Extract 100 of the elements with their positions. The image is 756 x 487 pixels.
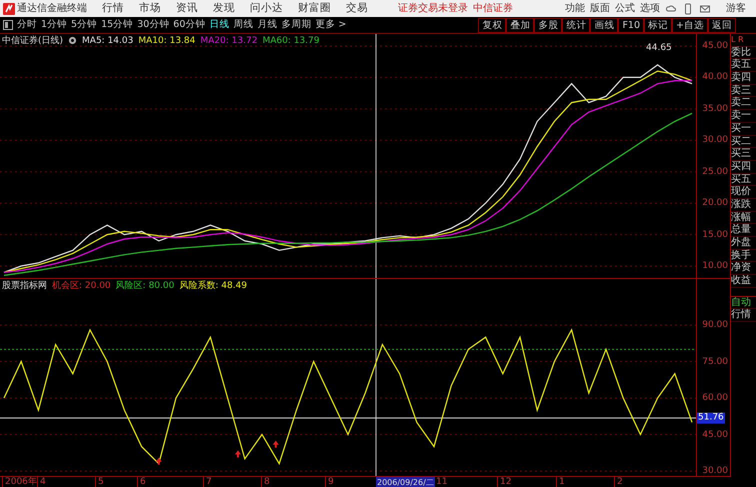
quote-field-label: 买一 [731, 122, 756, 136]
quote-field-label: 现价 [731, 186, 756, 199]
toolbar-button[interactable]: 统计 [562, 18, 590, 32]
quote-field-label: 买五 [731, 174, 756, 186]
axis-label: 60.00 [702, 393, 728, 403]
toolbar-button[interactable]: +自选 [672, 18, 708, 32]
axis-label: 5 [95, 477, 104, 487]
axis-label: 15.00 [702, 230, 728, 240]
login-status: 证券交易未登录 [398, 2, 468, 16]
axis-label: 30.00 [702, 135, 728, 146]
broker-link[interactable]: 中信证券 [473, 1, 513, 16]
quote-field-label: 卖四 [731, 72, 756, 85]
axis-label: 45.00 [702, 41, 728, 51]
period-tab[interactable]: 周线 [231, 17, 256, 33]
axis-label: 4 [37, 477, 46, 487]
quote-field-label: 卖一 [731, 110, 756, 123]
legend-label: MA20: 13.72 [200, 35, 258, 48]
toolbar-button[interactable]: 画线 [590, 18, 618, 32]
menu-item[interactable]: 版面 [590, 1, 610, 16]
axis-label: 35.00 [702, 104, 728, 114]
axis-label: 30.00 [702, 466, 728, 476]
period-tab[interactable]: 多周期 [279, 17, 314, 33]
menu-item[interactable]: 问小达 [250, 0, 283, 16]
menu-item[interactable]: 行情 [102, 0, 124, 16]
axis-label: 45.00 [702, 430, 728, 440]
axis-label: 2006年 [2, 477, 37, 487]
menu-item[interactable]: 选项 [640, 1, 660, 16]
axis-label: 75.00 [702, 356, 728, 366]
crosshair-date-label: 2006/09/26/二 [376, 477, 435, 487]
period-tab[interactable]: 60分钟 [171, 17, 208, 33]
legend-label: 风险系数: 48.49 [179, 280, 248, 293]
period-tab[interactable]: 15分钟 [99, 17, 136, 33]
legend-label: 机会区: 20.00 [52, 280, 111, 293]
settings-icon[interactable] [68, 36, 78, 45]
side-button[interactable]: 自动 [731, 296, 756, 310]
toolbar-button[interactable]: 复权 [478, 18, 506, 32]
quote-field-label: 换手 [731, 250, 756, 262]
quote-field-label: 涨跌 [731, 198, 756, 212]
menu-item[interactable]: 发现 [213, 0, 235, 16]
period-tab[interactable]: 30分钟 [135, 17, 172, 33]
chart-title: 股票指标网 [2, 280, 47, 293]
arrow-marker-icon [156, 458, 162, 465]
quote-field-label: 买三 [731, 148, 756, 161]
axis-label: 2 [614, 477, 623, 487]
period-tab[interactable]: 日线 [207, 17, 232, 33]
menu-item[interactable]: 功能 [565, 1, 585, 16]
quote-field-label: 总量 [731, 224, 756, 237]
quote-field-label: 买四 [731, 160, 756, 174]
logo-icon [2, 2, 14, 14]
axis-label: 20.00 [702, 198, 728, 208]
current-value-label: 51.76 [697, 412, 725, 424]
axis-label: 9 [325, 477, 334, 487]
quote-field-label: 买二 [731, 136, 756, 148]
quote-field-label: 涨幅 [731, 212, 756, 224]
axis-label: 6 [137, 477, 146, 487]
panel-tab[interactable]: L [731, 34, 736, 46]
arrow-marker-icon [272, 440, 279, 448]
panel-toggle-icon[interactable] [2, 20, 12, 30]
legend-label: MA5: 14.03 [82, 35, 134, 48]
toolbar-button[interactable]: 多股 [534, 18, 562, 32]
period-tab[interactable]: 月线 [255, 17, 280, 33]
toolbar-button[interactable]: 返回 [708, 18, 736, 32]
menu-item[interactable]: 交易 [346, 0, 368, 16]
menu-item[interactable]: 公式 [615, 1, 635, 16]
menu-item[interactable]: 资讯 [176, 0, 198, 16]
user-name[interactable]: 游客 [726, 1, 746, 16]
period-tab[interactable]: 分时 [15, 17, 39, 33]
peak-price-label: 44.65 [646, 42, 672, 55]
toolbar-button[interactable]: F10 [618, 18, 644, 32]
period-tab[interactable]: 5分钟 [69, 17, 100, 33]
quote-field-label: 委比 [731, 46, 756, 60]
axis-label: 40.00 [702, 72, 728, 82]
envelope-icon[interactable] [699, 2, 711, 14]
quote-field-label: 外盘 [731, 237, 756, 250]
menu-item[interactable]: 市场 [139, 0, 161, 16]
legend-label: MA60: 13.79 [262, 35, 320, 48]
quote-field-label: 卖二 [731, 97, 756, 110]
period-tab[interactable]: 1分钟 [39, 17, 70, 33]
axis-label: 8 [261, 477, 270, 487]
menu-item[interactable]: 财富圈 [298, 0, 331, 16]
axis-label: 25.00 [702, 166, 728, 177]
legend-label: 风险区: 80.00 [116, 280, 174, 293]
panel-tab[interactable]: R [738, 34, 744, 46]
axis-label: 90.00 [702, 320, 728, 330]
cloud-icon[interactable] [665, 2, 677, 14]
phone-icon[interactable] [682, 2, 694, 14]
axis-label: 12 [497, 477, 512, 487]
legend-label: MA10: 13.84 [138, 35, 196, 48]
quote-field-label: 净资 [731, 262, 756, 276]
side-button[interactable]: 行情 [731, 309, 756, 322]
arrow-marker-icon [234, 450, 241, 458]
axis-label: 10.00 [702, 261, 728, 271]
app-title: 通达信金融终端 [17, 2, 87, 16]
quote-field-label: 收益 [731, 275, 756, 288]
axis-label: 1 [556, 477, 565, 487]
quote-field-label: 卖三 [731, 84, 756, 98]
quote-field-label: 卖五 [731, 59, 756, 72]
toolbar-button[interactable]: 标记 [644, 18, 672, 32]
toolbar-button[interactable]: 叠加 [506, 18, 534, 32]
period-tab[interactable]: 更多 > [313, 17, 348, 33]
